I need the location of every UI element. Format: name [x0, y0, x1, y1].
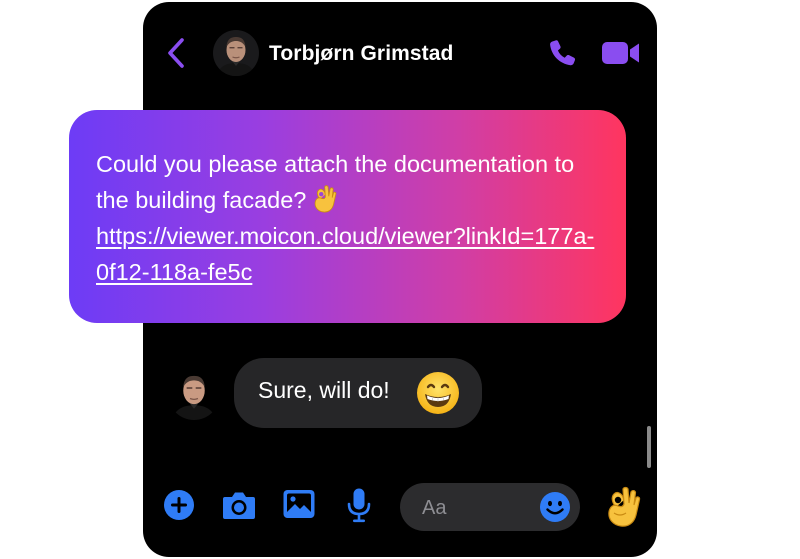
video-camera-icon[interactable]	[601, 39, 641, 67]
incoming-message-text: Sure, will do!	[258, 377, 390, 403]
incoming-message-bubble[interactable]: Sure, will do!	[234, 358, 482, 428]
stage: Torbjørn Grimstad Sure, will do! Aa Coul…	[0, 0, 800, 559]
ok-hand-emoji-icon	[315, 185, 337, 213]
smiley-icon[interactable]	[539, 491, 571, 523]
ok-hand-icon[interactable]	[602, 485, 642, 529]
phone-icon[interactable]	[546, 37, 578, 69]
chat-header: Torbjørn Grimstad	[143, 2, 657, 102]
image-icon[interactable]	[282, 488, 316, 520]
message-input[interactable]	[420, 492, 534, 524]
grinning-face-emoji-icon	[417, 372, 459, 414]
message-composer[interactable]	[400, 483, 580, 531]
back-chevron-icon[interactable]	[165, 36, 187, 70]
documentation-link[interactable]: https://viewer.moicon.cloud/viewer?linkI…	[96, 218, 600, 290]
camera-icon[interactable]	[221, 489, 257, 521]
plus-circle-icon[interactable]	[162, 488, 196, 522]
contact-avatar[interactable]	[213, 30, 259, 76]
outgoing-message-bubble[interactable]: Could you please attach the documentatio…	[69, 110, 626, 323]
contact-name[interactable]: Torbjørn Grimstad	[269, 42, 454, 66]
microphone-icon[interactable]	[346, 487, 372, 523]
message-list-scrollbar[interactable]	[647, 426, 651, 468]
avatar-portrait-image	[213, 30, 259, 76]
sender-avatar[interactable]	[168, 368, 220, 420]
avatar-portrait-image	[168, 368, 220, 420]
